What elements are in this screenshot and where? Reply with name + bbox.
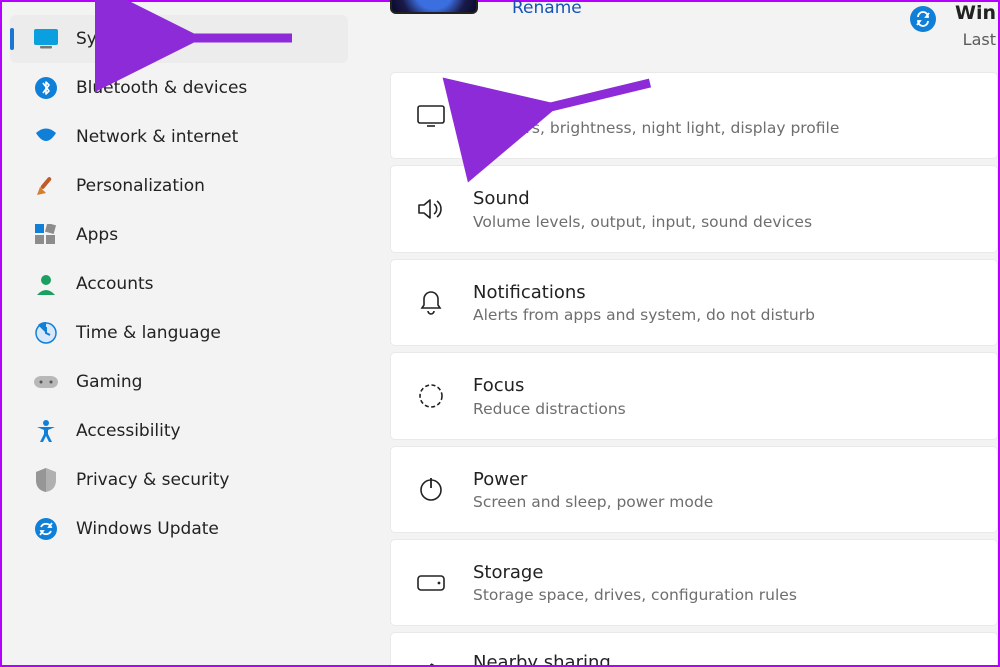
display-icon	[415, 100, 447, 132]
sidebar-item-apps[interactable]: Apps	[10, 211, 348, 259]
sidebar-item-label: Gaming	[76, 372, 142, 392]
card-title: Storage	[473, 561, 797, 584]
sidebar-item-personalization[interactable]: Personalization	[10, 162, 348, 210]
topright-text: Win	[955, 2, 996, 24]
card-notifications[interactable]: Notifications Alerts from apps and syste…	[390, 259, 998, 346]
card-sound[interactable]: Sound Volume levels, output, input, soun…	[390, 165, 998, 252]
card-sub: Monitors, brightness, night light, displ…	[473, 119, 839, 137]
storage-icon	[415, 567, 447, 599]
bluetooth-icon	[34, 76, 58, 100]
brush-icon	[34, 174, 58, 198]
rename-link[interactable]: Rename	[512, 0, 582, 18]
shield-icon	[34, 468, 58, 492]
card-sub: Alerts from apps and system, do not dist…	[473, 306, 815, 324]
focus-icon	[415, 380, 447, 412]
device-thumbnail	[390, 0, 478, 14]
card-sub: Volume levels, output, input, sound devi…	[473, 213, 812, 231]
card-storage[interactable]: Storage Storage space, drives, configura…	[390, 539, 998, 626]
card-sub: Reduce distractions	[473, 400, 626, 418]
sidebar-item-bluetooth[interactable]: Bluetooth & devices	[10, 64, 348, 112]
sidebar-item-label: Apps	[76, 225, 118, 245]
bell-icon	[415, 286, 447, 318]
sidebar-item-accounts[interactable]: Accounts	[10, 260, 348, 308]
accessibility-icon	[34, 419, 58, 443]
sound-icon	[415, 193, 447, 225]
card-sub: Storage space, drives, configuration rul…	[473, 586, 797, 604]
content: Rename Win Last Display Monitors, bright…	[360, 2, 998, 665]
sidebar-item-label: Windows Update	[76, 519, 219, 539]
topright-text2: Last	[963, 30, 996, 49]
card-title: Sound	[473, 187, 812, 210]
card-title: Power	[473, 468, 713, 491]
sidebar-item-label: Personalization	[76, 176, 205, 196]
card-title: Display	[473, 94, 839, 117]
power-icon	[415, 473, 447, 505]
sidebar-item-label: System	[76, 29, 139, 49]
sidebar-item-gaming[interactable]: Gaming	[10, 358, 348, 406]
sidebar-item-label: Accessibility	[76, 421, 181, 441]
card-focus[interactable]: Focus Reduce distractions	[390, 352, 998, 439]
apps-icon	[34, 223, 58, 247]
sidebar-item-update[interactable]: Windows Update	[10, 505, 348, 553]
sidebar-item-label: Privacy & security	[76, 470, 230, 490]
sidebar-item-time[interactable]: Time & language	[10, 309, 348, 357]
system-icon	[34, 27, 58, 51]
card-title: Notifications	[473, 281, 815, 304]
header: Rename Win Last	[360, 2, 998, 38]
update-icon	[34, 517, 58, 541]
card-display[interactable]: Display Monitors, brightness, night ligh…	[390, 72, 998, 159]
wifi-icon	[34, 125, 58, 149]
sidebar-item-label: Network & internet	[76, 127, 238, 147]
card-power[interactable]: Power Screen and sleep, power mode	[390, 446, 998, 533]
sidebar: System Bluetooth & devices Network & int…	[2, 2, 360, 665]
card-title: Focus	[473, 374, 626, 397]
clock-icon	[34, 321, 58, 345]
gaming-icon	[34, 370, 58, 394]
card-nearby[interactable]: Nearby sharing Discoverability, received…	[390, 632, 998, 665]
sidebar-item-accessibility[interactable]: Accessibility	[10, 407, 348, 455]
share-icon	[415, 657, 447, 665]
sidebar-item-privacy[interactable]: Privacy & security	[10, 456, 348, 504]
card-title: Nearby sharing	[473, 651, 767, 665]
card-sub: Screen and sleep, power mode	[473, 493, 713, 511]
sidebar-item-network[interactable]: Network & internet	[10, 113, 348, 161]
sidebar-item-label: Bluetooth & devices	[76, 78, 247, 98]
sidebar-item-system[interactable]: System	[10, 15, 348, 63]
settings-list: Display Monitors, brightness, night ligh…	[360, 38, 998, 665]
sidebar-item-label: Accounts	[76, 274, 154, 294]
sync-icon[interactable]	[910, 6, 936, 32]
accounts-icon	[34, 272, 58, 296]
sidebar-item-label: Time & language	[76, 323, 221, 343]
